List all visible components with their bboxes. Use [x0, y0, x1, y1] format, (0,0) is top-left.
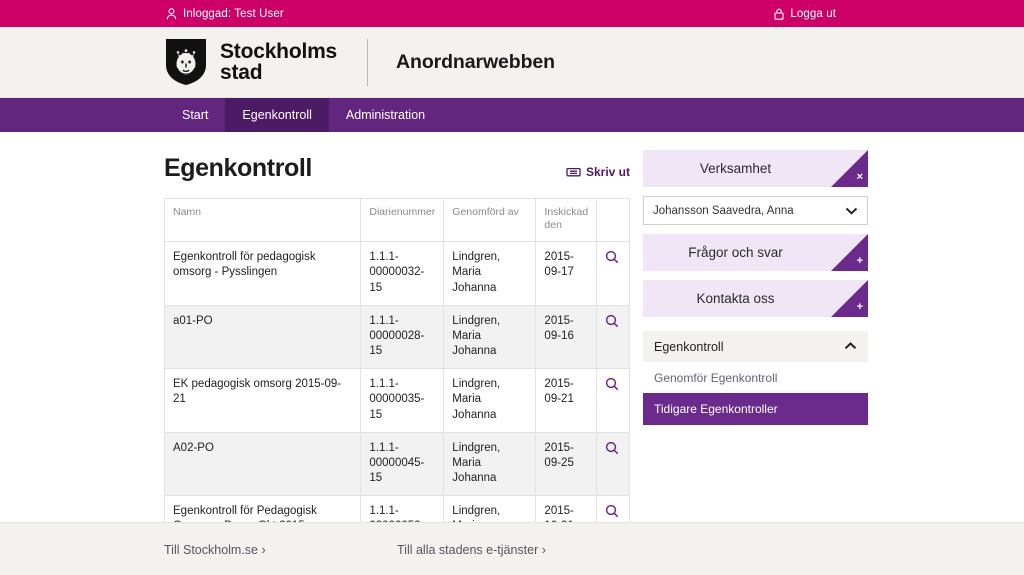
cell-diarienummer: 1.1.1-00000045-15 [360, 431, 445, 497]
search-magnifier-icon [605, 314, 619, 331]
table-row: A02-PO 1.1.1-00000045-15 Lindgren, Maria… [163, 431, 630, 497]
panel-label-verksamhet: Verksamhet [699, 161, 772, 176]
table-row: a01-PO 1.1.1-00000028-15 Lindgren, Maria… [163, 304, 630, 370]
close-x-icon: × [856, 171, 863, 183]
cell-diarienummer: 1.1.1-00000032-15 [360, 241, 445, 306]
column-header-diarienummer: Diarienummer [360, 197, 445, 243]
verksamhet-select[interactable]: Johansson Saavedra, Anna [643, 196, 868, 225]
sidebar-menu: Egenkontroll Genomför Egenkontroll Tidig… [643, 331, 868, 425]
brand-divider [367, 38, 369, 86]
panel-toggle-fragor-och-svar[interactable]: + [831, 234, 868, 271]
nav-item-start[interactable]: Start [165, 98, 225, 132]
table-header-row: Namn Diarienummer Genomförd av Inskickad… [163, 197, 630, 243]
row-view-button[interactable] [596, 368, 630, 433]
nav-item-administration[interactable]: Administration [329, 98, 442, 132]
sidebar-item-tidigare-egenkontroller[interactable]: Tidigare Egenkontroller [643, 393, 868, 425]
wordmark-line-1: Stockholms [220, 39, 338, 63]
sidebar: Verksamhet × Johansson Saavedra, Anna Fr… [643, 150, 868, 425]
brand-lockup[interactable]: Stockholms stad Anordnarwebben [164, 37, 555, 87]
verksamhet-select-value: Johansson Saavedra, Anna [653, 204, 794, 217]
column-header-actions [596, 197, 630, 243]
cell-genomford-av: Lindgren, Maria Johanna [443, 304, 537, 370]
row-view-button[interactable] [596, 304, 630, 370]
app-title: Anordnarwebben [396, 50, 555, 73]
chevron-down-icon [845, 204, 858, 218]
cell-inskickad-den: 2015-09-17 [535, 241, 598, 306]
logout-label: Logga ut [790, 7, 836, 20]
column-header-inskickad-den: Inskickad den [535, 197, 598, 243]
plus-icon: + [856, 255, 863, 267]
search-magnifier-icon [605, 251, 619, 267]
cell-diarienummer: 1.1.1-00000035-15 [360, 368, 445, 433]
print-button[interactable]: Skriv ut [566, 165, 630, 183]
plus-icon: + [856, 301, 863, 313]
panel-label-kontakta-oss: Kontakta oss [696, 291, 775, 306]
brand-wordmark: Stockholms stad [220, 39, 338, 84]
brand-band: Stockholms stad Anordnarwebben [0, 27, 1024, 98]
cell-namn: EK pedagogisk omsorg 2015-09-21 [163, 368, 362, 433]
chevron-up-icon [844, 341, 857, 353]
column-header-genomford-av: Genomförd av [443, 197, 537, 243]
print-label: Skriv ut [585, 165, 630, 179]
search-magnifier-icon [605, 505, 619, 521]
page-title: Egenkontroll [164, 154, 312, 182]
logout-link[interactable]: Logga ut [774, 8, 836, 20]
title-row: Egenkontroll Skriv ut [164, 132, 630, 183]
cell-namn: A02-PO [163, 431, 362, 497]
row-view-button[interactable] [596, 241, 630, 306]
printer-icon [566, 165, 581, 179]
footer-link-e-tjanster[interactable]: Till alla stadens e-tjänster › [397, 543, 546, 557]
cell-genomford-av: Lindgren, Maria Johanna [443, 368, 537, 433]
top-utility-bar: Inloggad: Test User Logga ut [0, 0, 1024, 27]
page-footer: Till Stockholm.se › Till alla stadens e-… [0, 522, 1024, 575]
logged-in-label: Inloggad: Test User [183, 7, 284, 20]
cell-namn: a01-PO [163, 304, 362, 370]
accordion-panel-kontakta-oss[interactable]: Kontakta oss + [643, 280, 868, 317]
nav-item-egenkontroll[interactable]: Egenkontroll [225, 98, 329, 132]
cell-inskickad-den: 2015-09-16 [535, 304, 598, 370]
table-row: EK pedagogisk omsorg 2015-09-21 1.1.1-00… [163, 368, 630, 433]
panel-label-fragor-och-svar: Frågor och svar [688, 245, 783, 260]
cell-diarienummer: 1.1.1-00000028-15 [360, 304, 445, 370]
accordion-panel-verksamhet[interactable]: Verksamhet × [643, 150, 868, 187]
footer-link-stockholm-se[interactable]: Till Stockholm.se › [164, 543, 397, 557]
sidebar-item-genomfor-egenkontroll[interactable]: Genomför Egenkontroll [643, 362, 868, 393]
search-magnifier-icon [605, 378, 619, 394]
logged-in-status: Inloggad: Test User [166, 8, 284, 20]
sidebar-menu-heading-label: Egenkontroll [654, 339, 724, 354]
main-column: Egenkontroll Skriv ut Namn Diarienummer … [163, 132, 630, 560]
sidebar-menu-heading[interactable]: Egenkontroll [643, 331, 868, 362]
column-header-namn: Namn [163, 197, 362, 243]
stockholm-coat-of-arms-icon [164, 37, 208, 87]
panel-toggle-verksamhet[interactable]: × [831, 150, 868, 187]
accordion-panel-fragor-och-svar[interactable]: Frågor och svar + [643, 234, 868, 271]
cell-inskickad-den: 2015-09-25 [535, 431, 598, 497]
row-view-button[interactable] [596, 431, 630, 497]
egenkontroll-table: Namn Diarienummer Genomförd av Inskickad… [163, 197, 630, 560]
cell-inskickad-den: 2015-09-21 [535, 368, 598, 433]
cell-genomford-av: Lindgren, Maria Johanna [443, 241, 537, 306]
panel-toggle-kontakta-oss[interactable]: + [831, 280, 868, 317]
user-icon [166, 7, 177, 20]
cell-genomford-av: Lindgren, Maria Johanna [443, 431, 537, 497]
table-row: Egenkontroll för pedagogisk omsorg - Pys… [163, 241, 630, 306]
content-area: Egenkontroll Skriv ut Namn Diarienummer … [0, 132, 1024, 560]
lock-icon [774, 8, 784, 20]
wordmark-line-2: stad [220, 61, 263, 84]
search-magnifier-icon [605, 441, 619, 458]
page-root: Inloggad: Test User Logga ut Stockholms … [0, 0, 1024, 575]
cell-namn: Egenkontroll för pedagogisk omsorg - Pys… [163, 241, 362, 306]
main-navigation: Start Egenkontroll Administration [0, 98, 1024, 132]
